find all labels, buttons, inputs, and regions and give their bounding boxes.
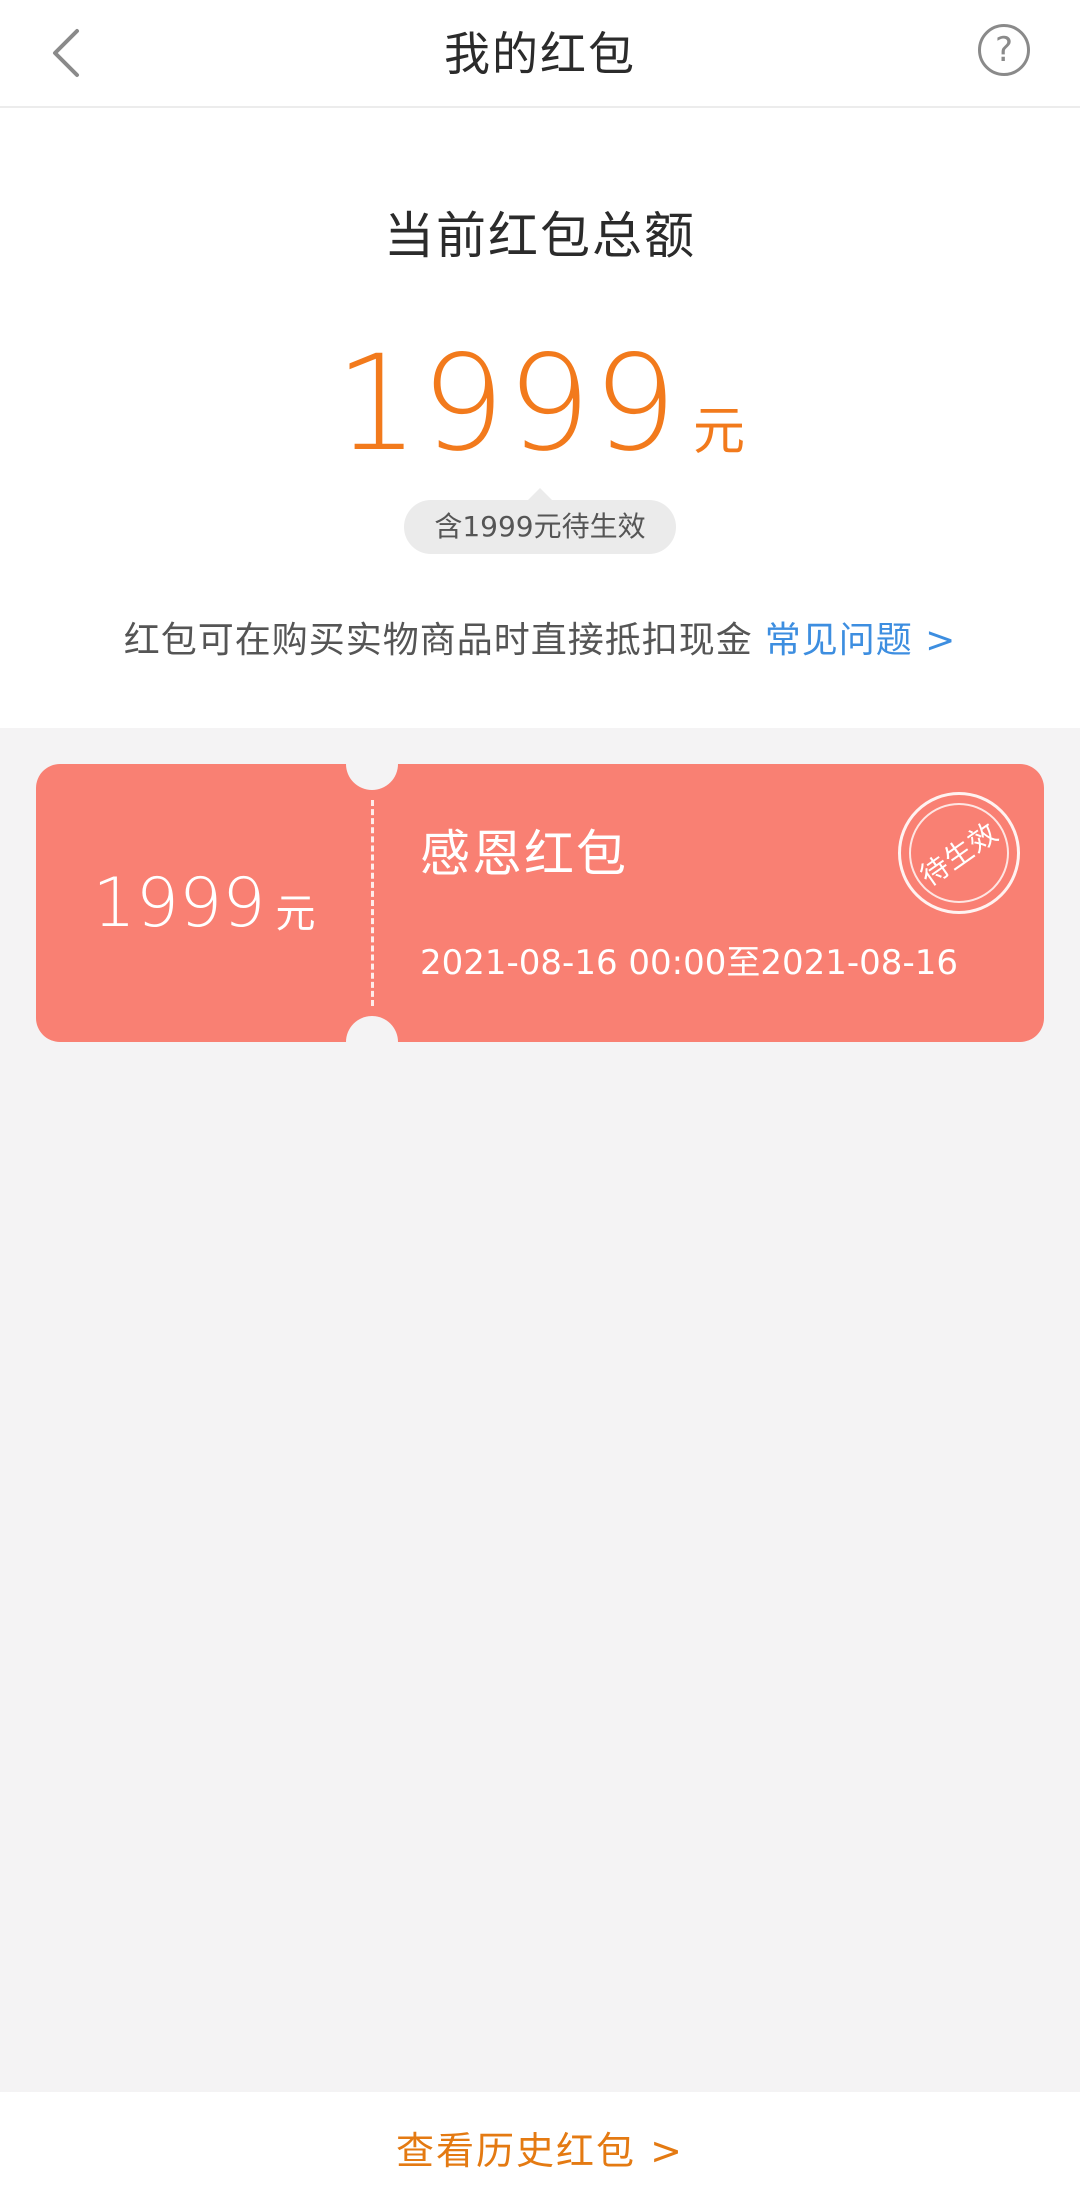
help-button[interactable]: ? [978,24,1030,76]
footer-bar: 查看历史红包 > [0,2092,1080,2202]
usage-info-text: 红包可在购买实物商品时直接抵扣现金 [123,620,753,661]
summary-title: 当前红包总额 [384,207,696,265]
faq-link[interactable]: 常见问题 > [765,620,957,661]
balance-summary: 当前红包总额 1999 元 含1999元待生效 红包可在购买实物商品时直接抵扣现金… [0,108,1080,728]
question-circle-icon: ? [994,30,1014,70]
header-bar: 我的红包 ? [0,0,1080,108]
stamp-text: 待生效 [914,815,1005,893]
pending-note-wrap: 含1999元待生效 [0,488,1080,554]
red-packet-card[interactable]: 1999 元 感恩红包 2021-08-16 00:00至2021-08-16 待… [36,764,1044,1042]
total-amount-value: 1999 [335,327,679,481]
coupon-validity: 2021-08-16 00:00至2021-08-16 [420,943,958,983]
history-link[interactable]: 查看历史红包 > [396,2120,684,2175]
pending-stamp-icon: 待生效 [898,792,1020,914]
page-title: 我的红包 [444,27,636,81]
coupon-amount: 1999 元 [36,764,372,1042]
coupon-amount-value: 1999 [92,863,266,943]
stamp-inner-ring: 待生效 [909,803,1009,903]
pending-note-badge: 含1999元待生效 [404,488,676,554]
total-amount-unit: 元 [692,402,745,462]
total-amount: 1999 元 [0,338,1080,470]
coupon-title: 感恩红包 [420,825,628,883]
usage-info: 红包可在购买实物商品时直接抵扣现金 常见问题 > [0,616,1080,666]
coupon-amount-unit: 元 [275,891,316,937]
